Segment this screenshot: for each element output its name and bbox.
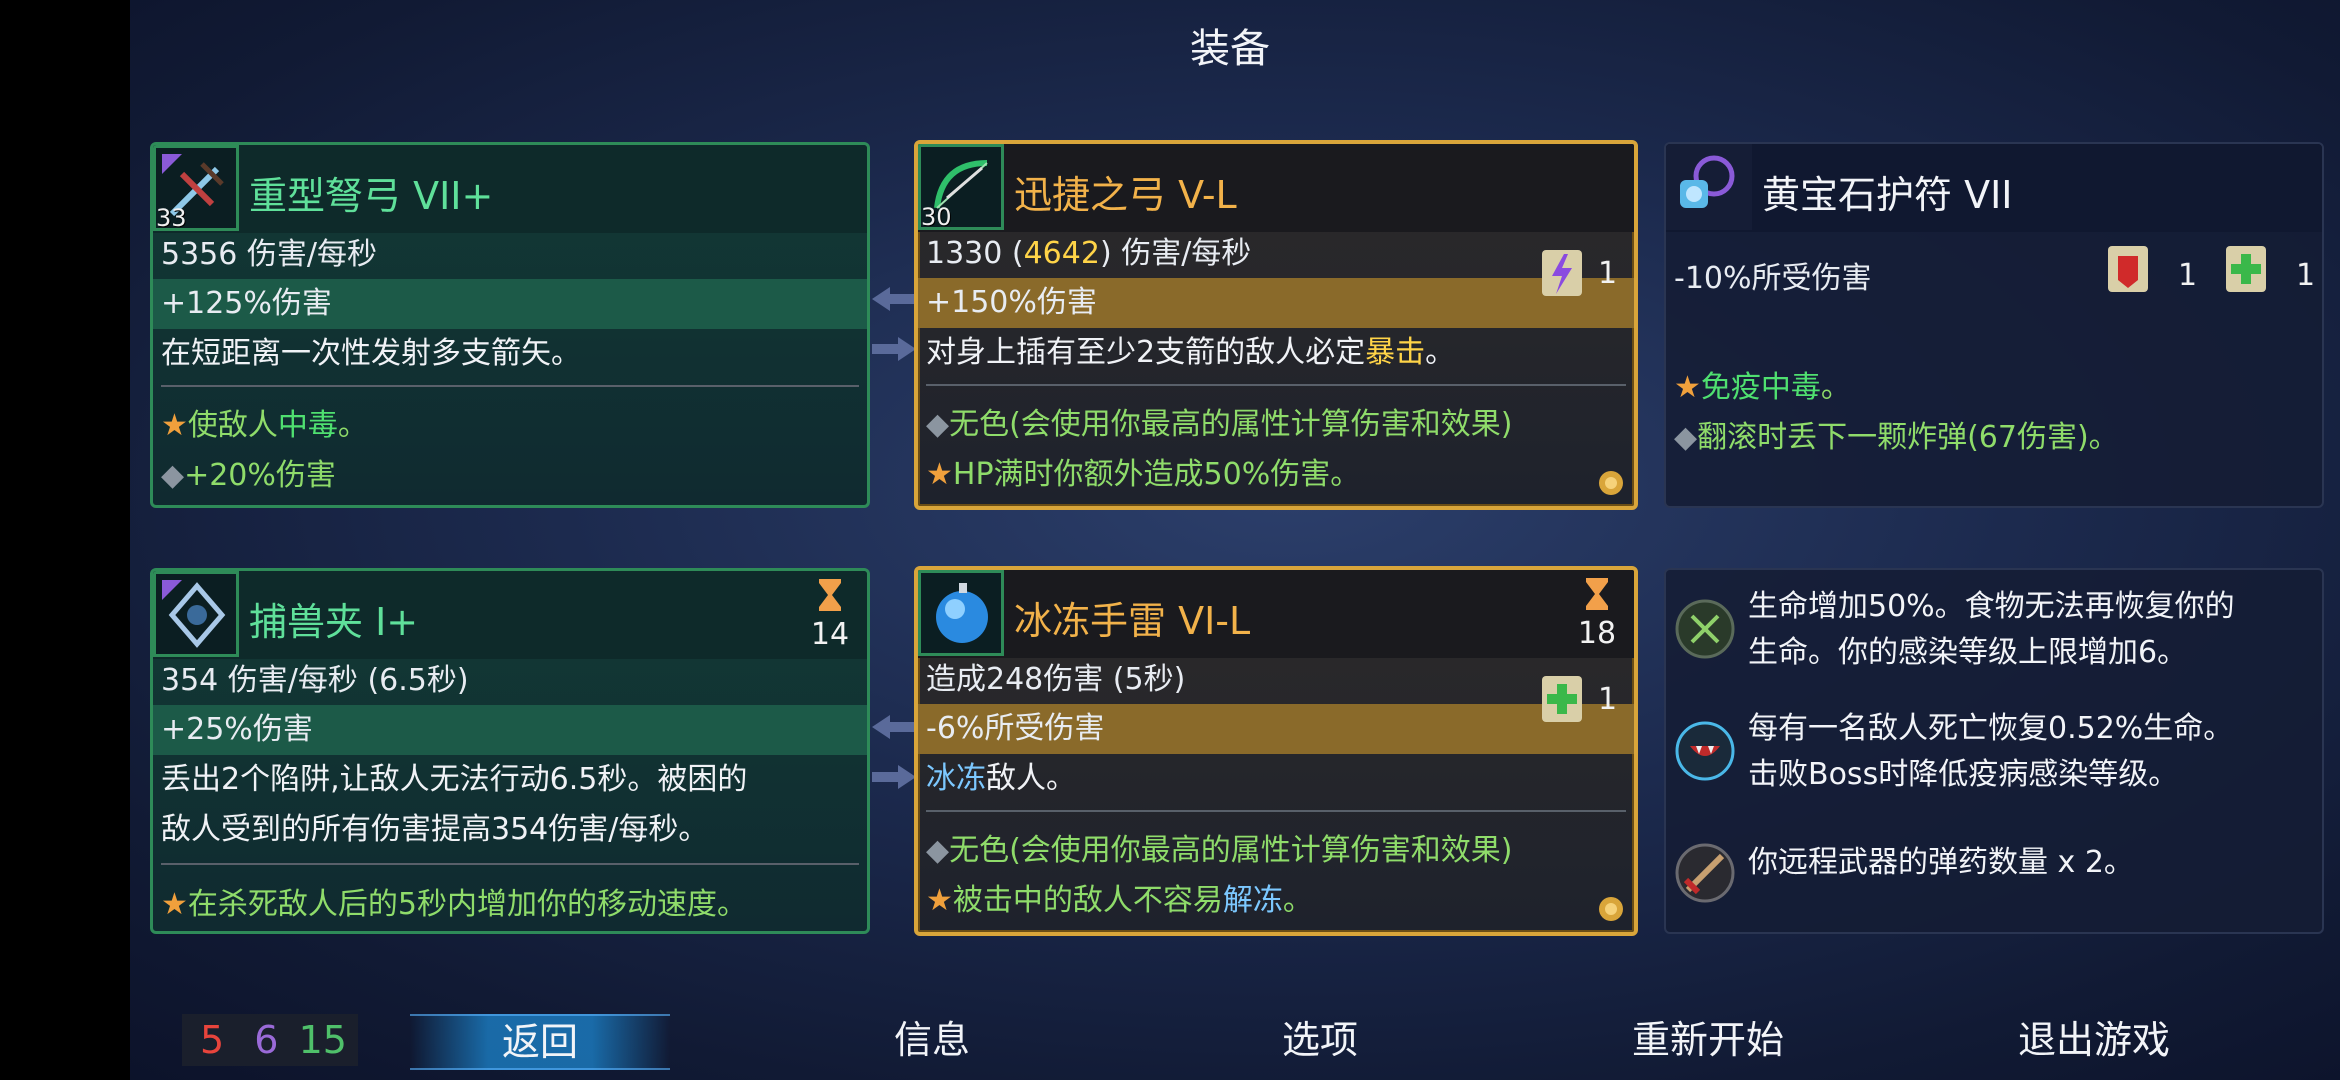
bow-icon: 30 [918, 144, 1004, 231]
scroll-brutality-icon [2108, 246, 2148, 292]
perk-poison: ★使敌人中毒。 [161, 408, 368, 443]
card-header: 30 迅捷之弓 V-L [918, 144, 1634, 232]
crossbow-icon: 33 [153, 145, 239, 232]
skill-card-ice-grenade[interactable]: 冰冻手雷 VI-L 18 造成248伤害 (5秒) -6%所受伤害 1 冰冻敌人… [914, 566, 1638, 936]
damage-row: 造成248伤害 (5秒) [926, 662, 1186, 697]
options-button[interactable]: 选项 [1190, 1014, 1450, 1066]
perk-roll-bomb: ◆翻滚时丢下一颗炸弹(67伤害)。 [1674, 420, 2119, 455]
item-name: 迅捷之弓 V-L [1014, 173, 1237, 217]
separator [926, 810, 1626, 812]
cooldown-seconds: 14 [810, 617, 850, 652]
hourglass-icon [819, 579, 841, 611]
card-header: 冰冻手雷 VI-L 18 [918, 570, 1634, 658]
mutation-text: 每有一名敌人死亡恢复0.52%生命。 击败Boss时降低疫病感染等级。 [1748, 711, 2234, 792]
weapon-card-heavy-crossbow[interactable]: 33 重型弩弓 VII+ 5356 伤害/每秒 +125%伤害 在短距离一次性发… [150, 142, 870, 508]
item-description: 在短距离一次性发射多支箭矢。 [161, 336, 581, 371]
mutation-item[interactable]: 每有一名敌人死亡恢复0.52%生命。 击败Boss时降低疫病感染等级。 [1666, 698, 2322, 818]
stat-counts: 5 6 15 [182, 1014, 358, 1066]
mutation-vampirism-icon [1675, 721, 1735, 781]
item-name: 黄宝石护符 VII [1762, 173, 2013, 217]
info-button[interactable]: 信息 [802, 1014, 1062, 1066]
scroll-survival-icon [2226, 246, 2266, 292]
cooldown-timer: 14 [805, 577, 855, 652]
cooldown-seconds: 18 [1577, 616, 1617, 651]
separator [161, 863, 859, 865]
separator [161, 385, 859, 387]
star-icon: ★ [1674, 370, 1701, 405]
item-name: 冰冻手雷 VI-L [1014, 599, 1251, 643]
item-description: 丢出2个陷阱,让敌人无法行动6.5秒。被困的 敌人受到的所有伤害提高354伤害/每… [161, 762, 748, 847]
perk-colorless: ◆无色(会使用你最高的属性计算伤害和效果) [926, 833, 1513, 868]
swap-left-arrow-icon-2[interactable] [872, 712, 916, 742]
perk-damage: ◆+20%伤害 [161, 458, 336, 493]
mutations-panel: 生命增加50%。食物无法再恢复你的 生命。你的感染等级上限增加6。 每有一名敌人死… [1664, 568, 2324, 934]
quit-game-button[interactable]: 退出游戏 [1964, 1014, 2224, 1066]
diamond-icon: ◆ [1674, 420, 1698, 455]
star-icon: ★ [161, 408, 188, 443]
perk-colorless: ◆无色(会使用你最高的属性计算伤害和效果) [926, 407, 1513, 442]
swap-right-arrow-icon-2[interactable] [872, 762, 916, 792]
mutation-text: 生命增加50%。食物无法再恢复你的 生命。你的感染等级上限增加6。 [1748, 589, 2235, 670]
tactics-count: 6 [254, 1018, 279, 1062]
item-description: 冰冻敌人。 [926, 761, 1076, 796]
brutality-count: 5 [200, 1018, 225, 1062]
dps-row: 1330 (4642) 伤害/每秒 [926, 236, 1252, 271]
weapon-card-quick-bow[interactable]: 30 迅捷之弓 V-L 1330 (4642) 伤害/每秒 +150%伤害 1 … [914, 140, 1638, 510]
survival-count: 15 [298, 1018, 347, 1062]
scroll-lightning-icon [1542, 250, 1582, 296]
item-level: 30 [921, 203, 952, 231]
mutation-text: 你远程武器的弹药数量 x 2。 [1748, 845, 2134, 880]
swap-right-arrow-icon[interactable] [872, 334, 916, 364]
left-black-bar [0, 0, 130, 1080]
item-description: 对身上插有至少2支箭的敌人必定暴击。 [926, 335, 1456, 370]
scroll-survival-icon [1542, 676, 1582, 722]
star-icon: ★ [161, 887, 188, 922]
scroll-count: 1 [2178, 258, 2198, 293]
perk-unfreeze: ★被击中的敌人不容易解冻。 [926, 883, 1313, 918]
card-header: 黄宝石护符 VII [1666, 144, 2322, 232]
legendary-gem-icon [1599, 471, 1623, 495]
amulet-card[interactable]: 黄宝石护符 VII -10%所受伤害 1 1 ★免疫中毒。 ◆翻滚时丢下一颗炸弹… [1664, 142, 2324, 508]
mutation-ammo-icon [1675, 843, 1735, 903]
dps-row: 5356 伤害/每秒 [161, 237, 377, 272]
item-level: 33 [156, 204, 187, 232]
card-header: 捕兽夹 I+ 14 [153, 571, 867, 659]
scroll-count: 1 [1598, 256, 1618, 291]
diamond-icon: ◆ [926, 833, 950, 868]
skill-card-wolf-trap[interactable]: 捕兽夹 I+ 14 354 伤害/每秒 (6.5秒) +25%伤害 丢出2个陷阱… [150, 568, 870, 934]
diamond-icon: ◆ [926, 407, 950, 442]
star-icon: ★ [926, 883, 953, 918]
perk-poison-immune: ★免疫中毒。 [1674, 370, 1851, 405]
item-name: 捕兽夹 I+ [249, 600, 419, 644]
stat-row: -6%所受伤害 [918, 704, 1634, 754]
cooldown-timer: 18 [1572, 576, 1622, 651]
legendary-gem-icon [1599, 897, 1623, 921]
swap-left-arrow-icon[interactable] [872, 284, 916, 314]
card-header: 33 重型弩弓 VII+ [153, 145, 867, 233]
dps-row: 354 伤害/每秒 (6.5秒) [161, 663, 469, 698]
item-name: 重型弩弓 VII+ [249, 174, 494, 218]
separator [926, 384, 1626, 386]
back-button[interactable]: 返回 [410, 1014, 670, 1070]
hourglass-icon [1586, 578, 1608, 610]
ice-grenade-icon [918, 570, 1004, 656]
restart-button[interactable]: 重新开始 [1578, 1014, 1838, 1066]
diamond-icon: ◆ [161, 458, 185, 493]
page-title: 装备 [1190, 26, 1270, 72]
perk-hp-full: ★HP满时你额外造成50%伤害。 [926, 457, 1361, 492]
mutation-necromancy-icon [1675, 599, 1735, 659]
mutation-item[interactable]: 生命增加50%。食物无法再恢复你的 生命。你的感染等级上限增加6。 [1666, 576, 2322, 696]
damage-bonus-row: +125%伤害 [153, 279, 867, 329]
star-icon: ★ [926, 457, 953, 492]
scroll-count: 1 [2296, 258, 2316, 293]
bottom-menu-bar: 5 6 15 返回 信息 选项 重新开始 退出游戏 [130, 1000, 2340, 1080]
mutation-item[interactable]: 你远程武器的弹药数量 x 2。 [1666, 820, 2322, 932]
amulet-icon [1666, 144, 1752, 230]
wolf-trap-icon [153, 571, 239, 657]
damage-bonus-row: +25%伤害 [153, 705, 867, 755]
scroll-count: 1 [1598, 682, 1618, 717]
perk-move-speed: ★在杀死敌人后的5秒内增加你的移动速度。 [161, 887, 747, 922]
damage-bonus-row: +150%伤害 [918, 278, 1634, 328]
